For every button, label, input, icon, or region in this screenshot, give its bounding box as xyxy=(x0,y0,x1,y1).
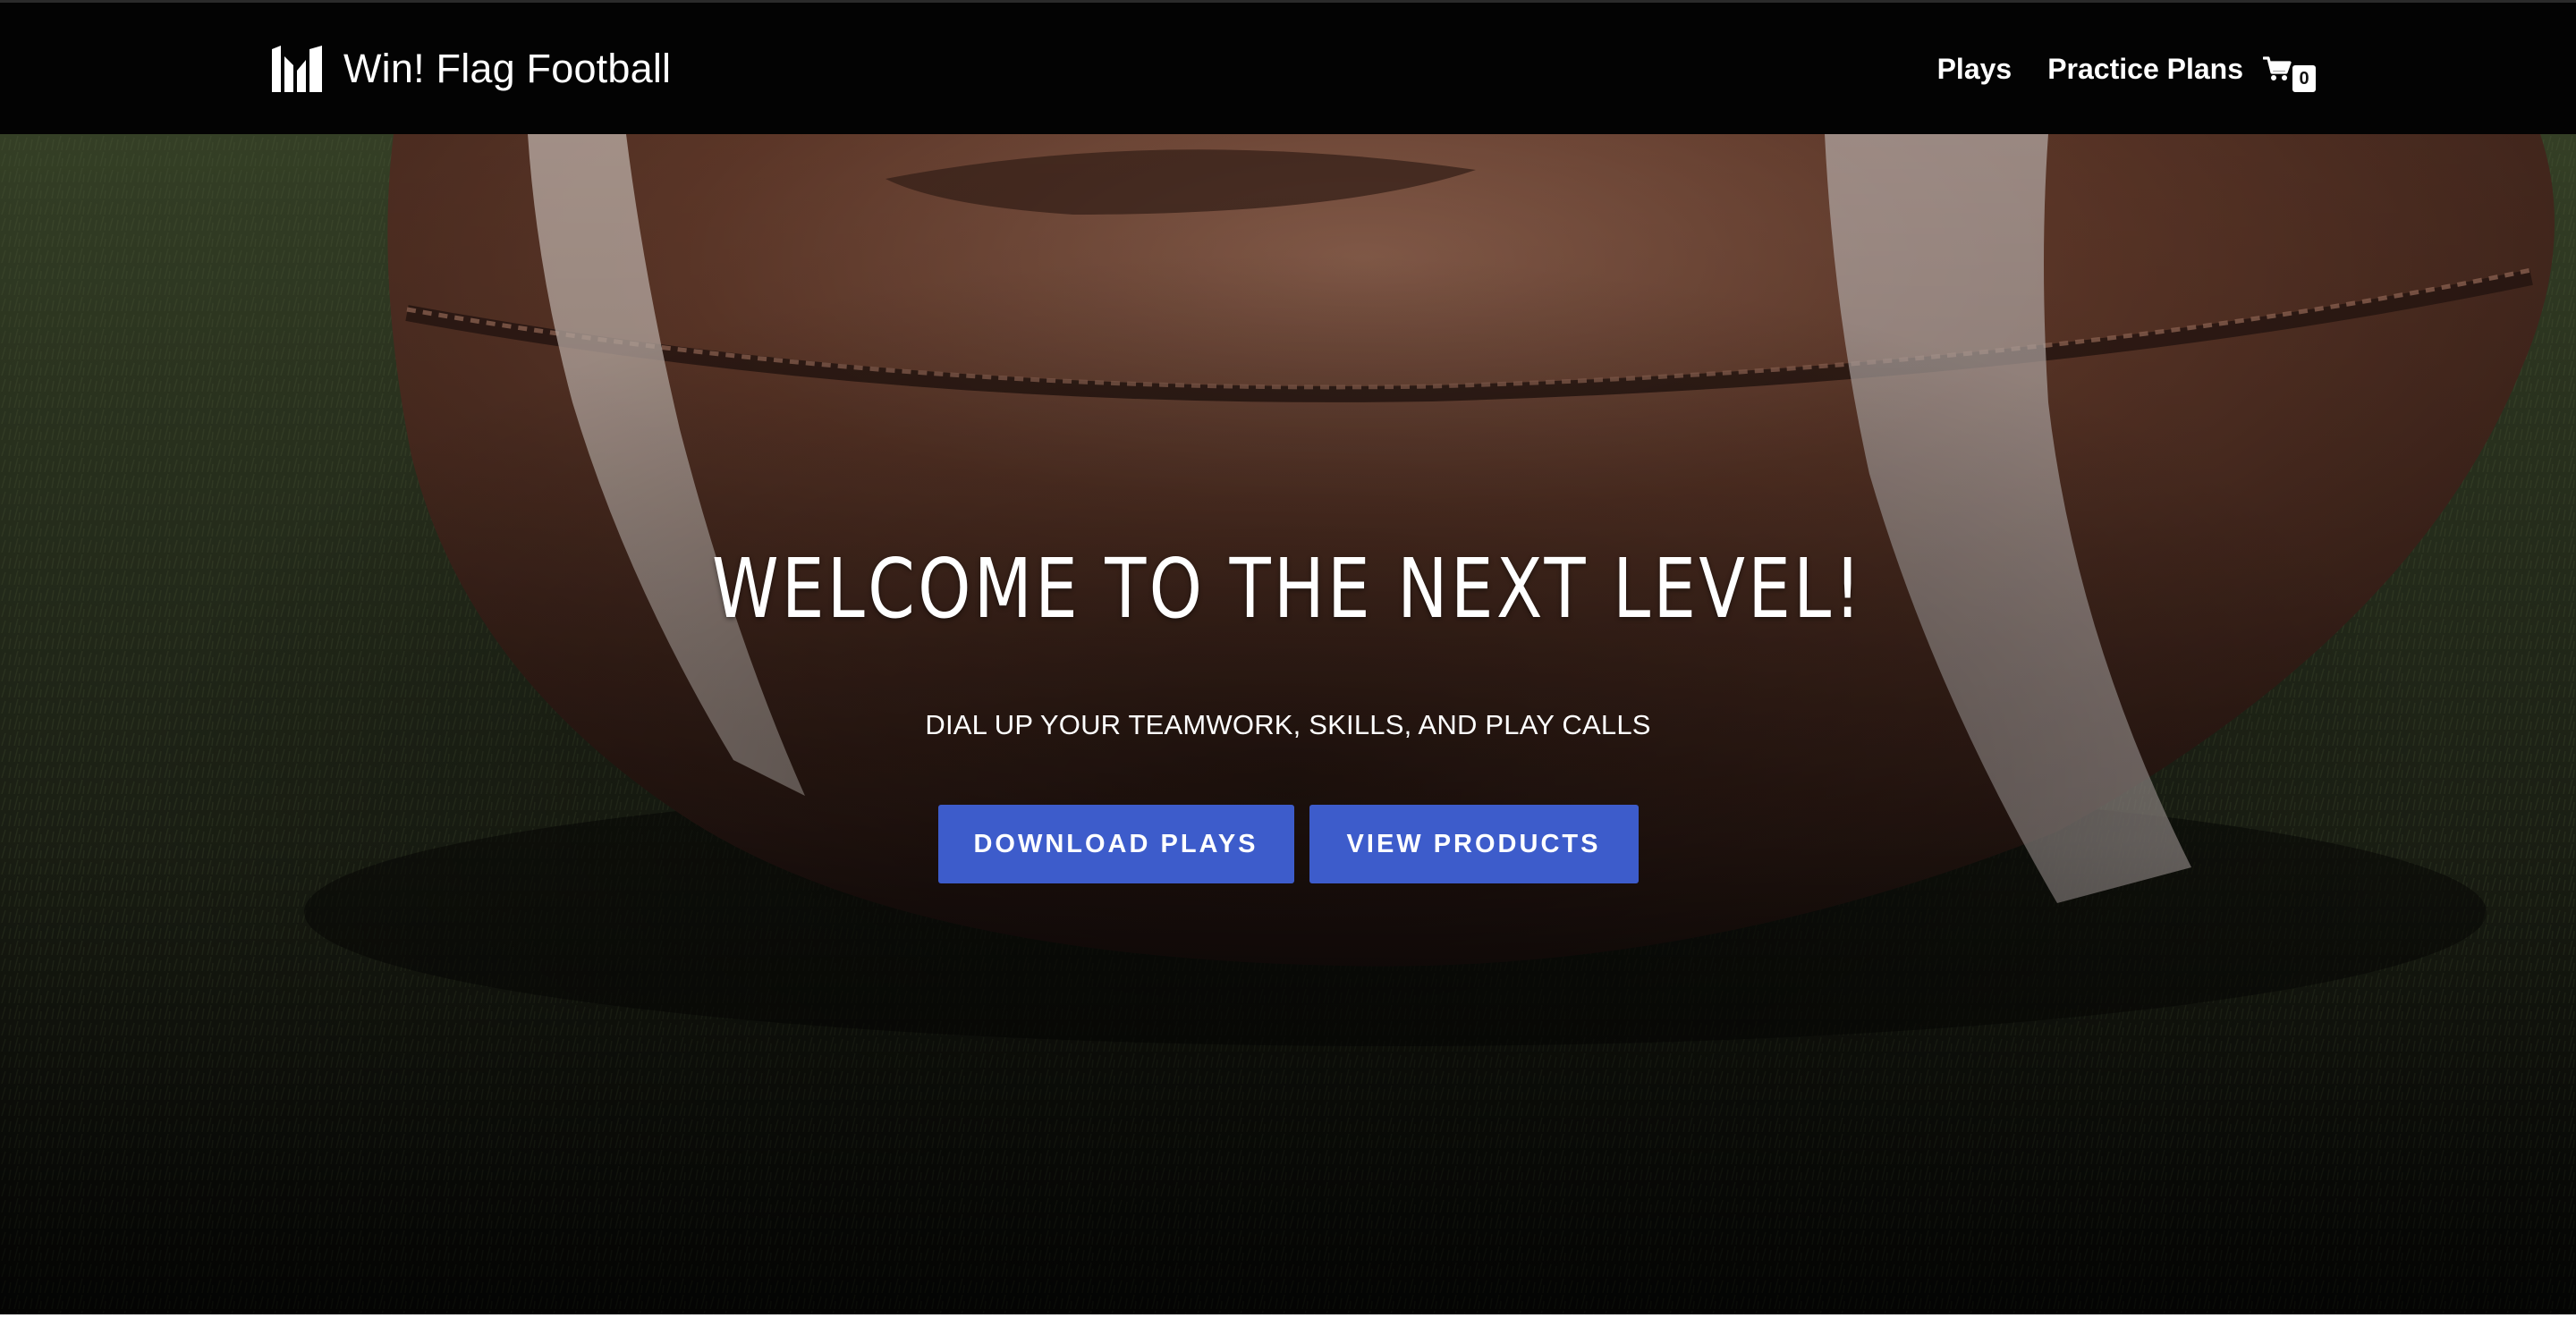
brand-home-link[interactable]: Win! Flag Football xyxy=(270,42,671,96)
hero-title: WELCOME TO THE NEXT LEVEL! xyxy=(711,541,1865,637)
cart-icon xyxy=(2263,56,2292,80)
brand-name: Win! Flag Football xyxy=(343,46,672,91)
page: Win! Flag Football Plays Practice Plans … xyxy=(0,0,2576,1318)
view-products-button[interactable]: VIEW PRODUCTS xyxy=(1309,805,1639,883)
hero-content: WELCOME TO THE NEXT LEVEL! DIAL UP YOUR … xyxy=(0,134,2576,1314)
nav-link-practice-plans[interactable]: Practice Plans xyxy=(2047,53,2243,86)
nav-link-plays[interactable]: Plays xyxy=(1937,53,2012,86)
hero-section: WELCOME TO THE NEXT LEVEL! DIAL UP YOUR … xyxy=(0,134,2576,1314)
hero-buttons: DOWNLOAD PLAYS VIEW PRODUCTS xyxy=(0,805,2576,883)
cart-count-badge: 0 xyxy=(2290,63,2318,95)
cart-button[interactable]: 0 xyxy=(2263,48,2318,95)
win-logo-icon xyxy=(272,46,322,92)
site-header: Win! Flag Football Plays Practice Plans … xyxy=(0,0,2576,134)
download-plays-button[interactable]: DOWNLOAD PLAYS xyxy=(937,805,1294,883)
main-nav: Plays Practice Plans 0 xyxy=(1902,42,2318,96)
hero-subtitle: DIAL UP YOUR TEAMWORK, SKILLS, AND PLAY … xyxy=(925,709,1651,740)
